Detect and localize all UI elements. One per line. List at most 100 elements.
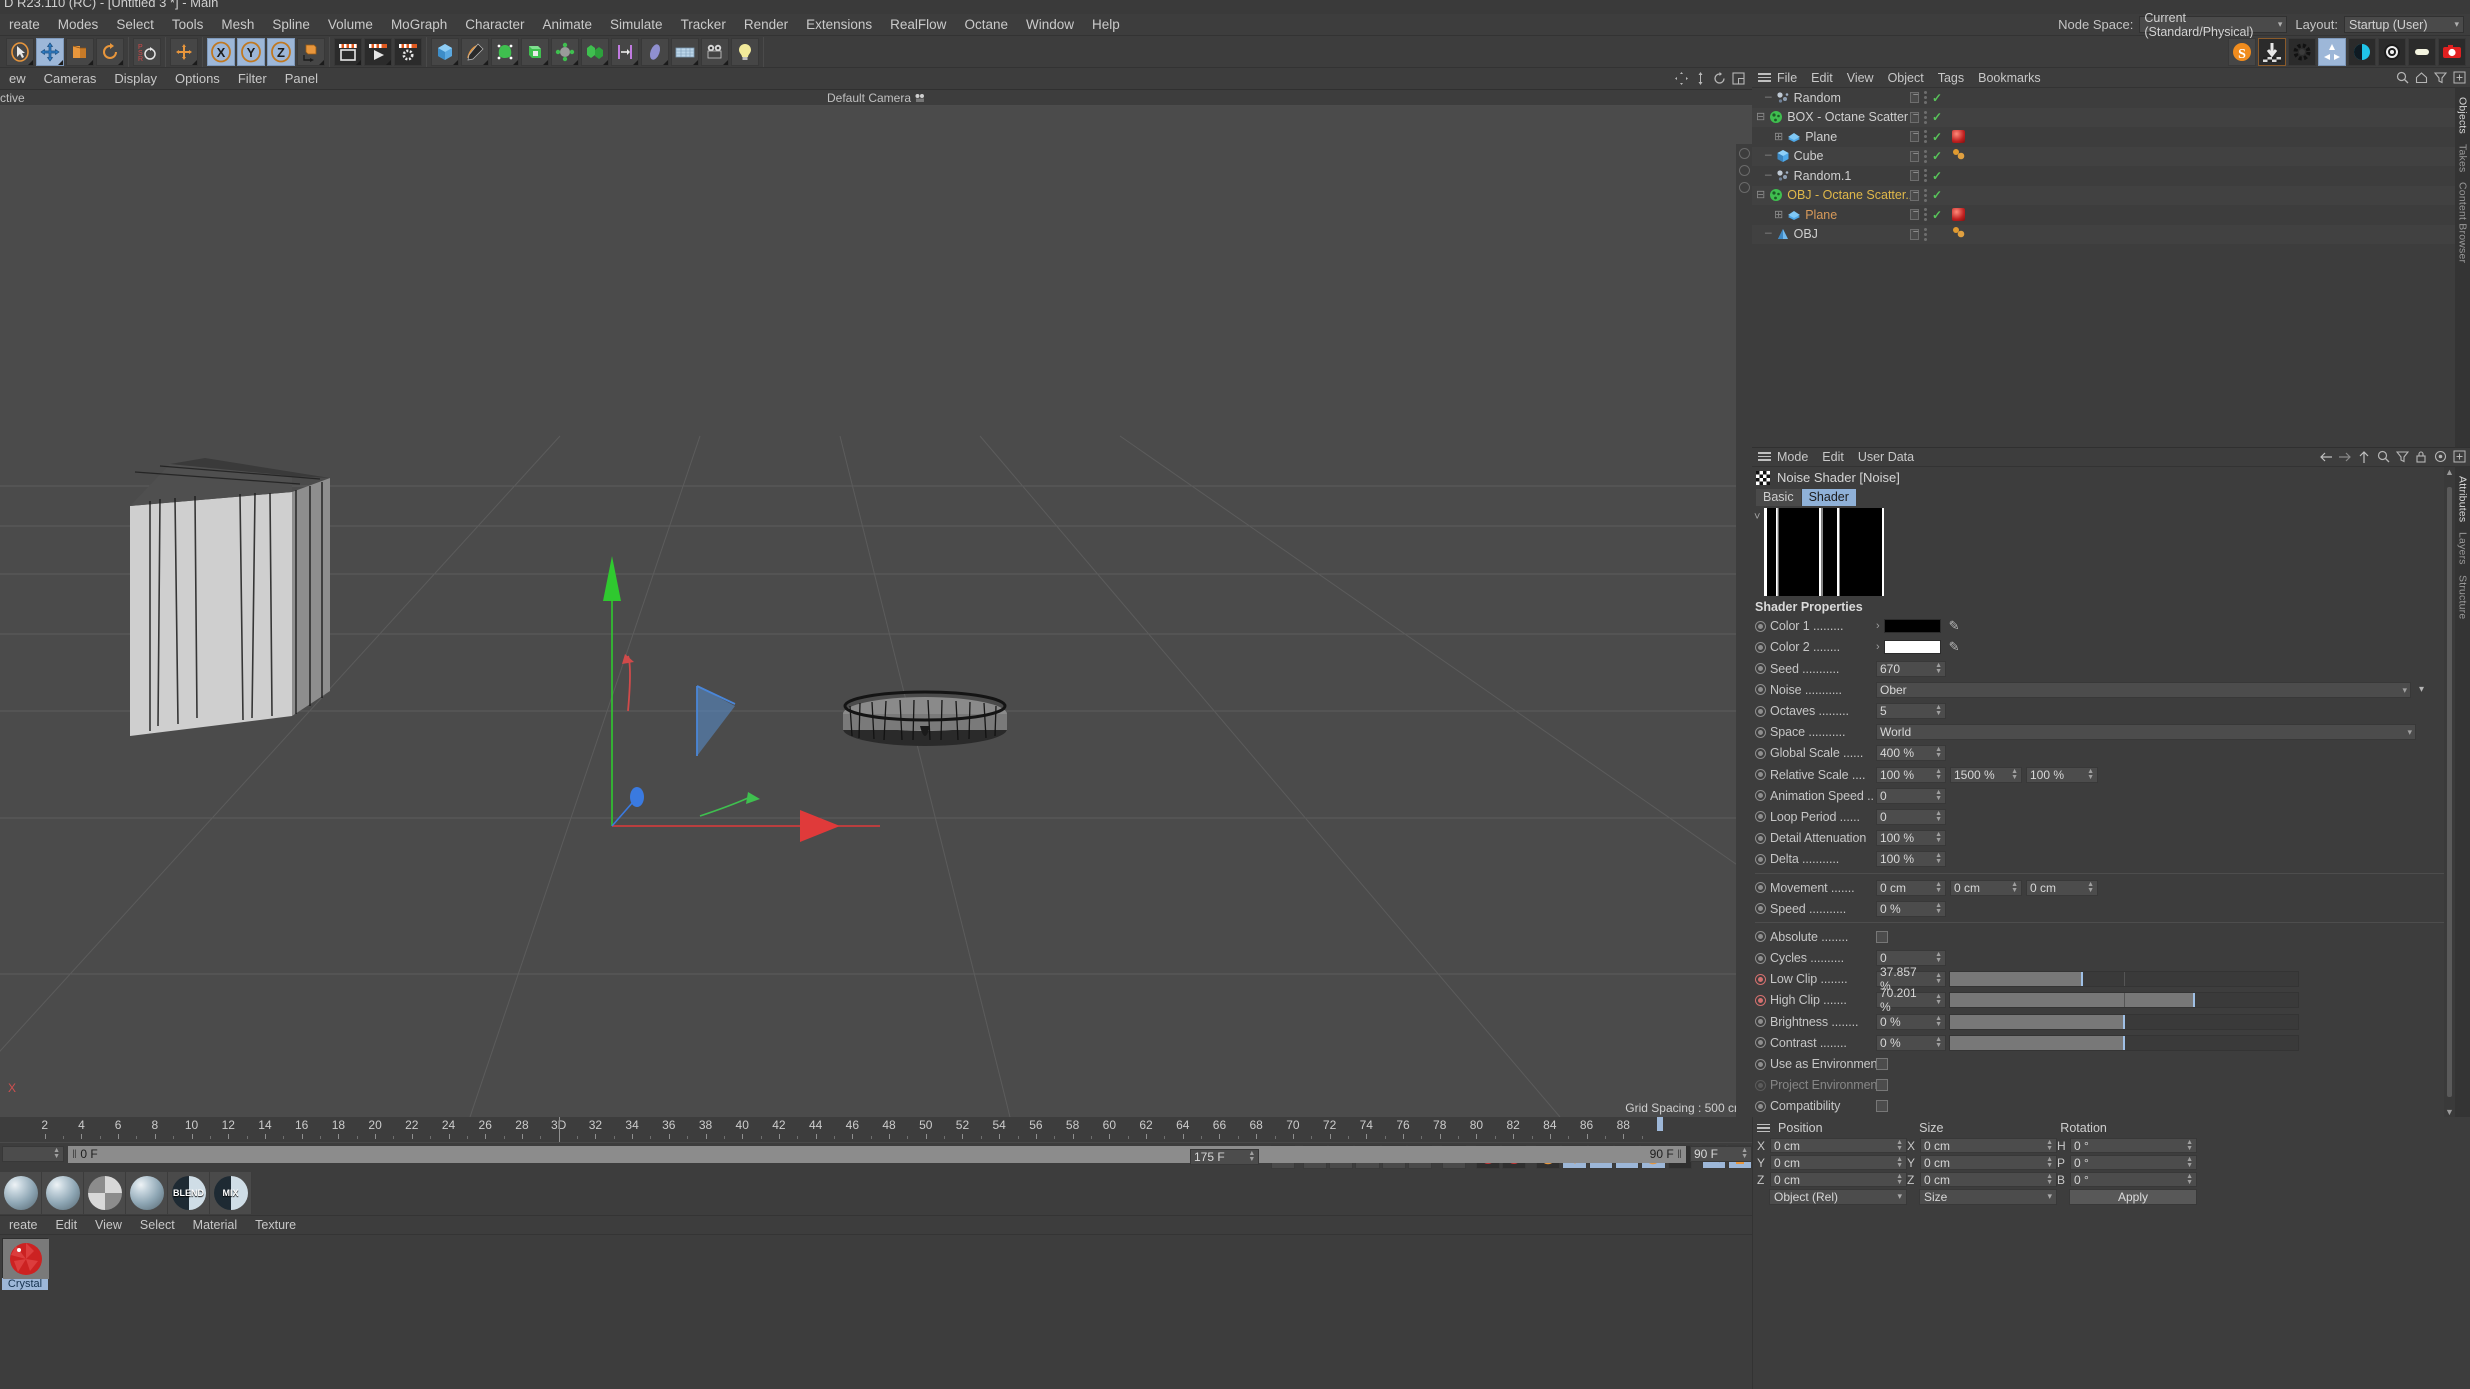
input-relative-scale-1[interactable]: 100 % ▲ ▼ [1876, 766, 1946, 783]
size-y-input[interactable]: 0 cm ▲ ▼ [1920, 1155, 2057, 1170]
timeline-current-marker[interactable] [1657, 1117, 1663, 1131]
object-manager-hamburger-icon[interactable] [1754, 73, 1771, 82]
input-brightness[interactable]: 0 % ▲ ▼ [1876, 1013, 1946, 1030]
spinner-icon[interactable]: ▲ ▼ [1929, 768, 1942, 781]
object-manager-tree[interactable]: ― Random ✓ ⊟ BOX - Octane Scatter ✓ ⊞ Plane ✓ ― Cu… [1752, 88, 2455, 447]
spinner-icon[interactable]: ▲ ▼ [1929, 746, 1942, 759]
spinner-icon[interactable]: ▲ ▼ [2005, 881, 2018, 894]
attrmgr-menu-user-data[interactable]: User Data [1851, 447, 1921, 467]
matmgr-menu-view[interactable]: View [86, 1215, 131, 1235]
tab-basic[interactable]: Basic [1756, 488, 1801, 506]
object-tags[interactable] [1952, 226, 1966, 242]
enabled-check-icon[interactable]: ✓ [1932, 208, 1942, 222]
eyedropper-icon[interactable]: ✎ [1949, 618, 1960, 634]
spinner-icon[interactable]: ▲ ▼ [1929, 951, 1942, 964]
input-delta[interactable]: 100 % ▲ ▼ [1876, 851, 1946, 868]
slider-low-clip[interactable] [1949, 971, 2299, 988]
material-manager-grid[interactable]: Crystal [0, 1235, 1752, 1293]
property-bullet-icon[interactable] [1755, 1016, 1766, 1028]
tab-shader[interactable]: Shader [1801, 488, 1856, 506]
render-settings-button[interactable] [394, 37, 422, 66]
property-bullet-icon[interactable] [1755, 1079, 1766, 1091]
spinner-icon[interactable]: ▲ ▼ [1929, 831, 1942, 844]
enabled-check-icon[interactable]: ✓ [1932, 91, 1942, 105]
objmgr-menu-view[interactable]: View [1840, 68, 1881, 88]
enabled-check-icon[interactable]: ✓ [1932, 169, 1942, 183]
position-z-input[interactable]: 0 cm ▲ ▼ [1770, 1172, 1907, 1187]
dropdown-space[interactable]: World ▾ [1876, 724, 2416, 741]
vtab-objects[interactable]: Objects [2457, 92, 2469, 139]
menu-item-render[interactable]: Render [735, 14, 797, 36]
filter-icon[interactable] [2395, 450, 2409, 464]
dropdown-noise[interactable]: Ober ▾ [1876, 681, 2411, 698]
objmgr-menu-tags[interactable]: Tags [1931, 68, 1971, 88]
phong-tag-icon[interactable] [1952, 226, 1966, 242]
object-tags[interactable] [1952, 148, 1966, 164]
enabled-check-icon[interactable]: ✓ [1932, 110, 1942, 124]
visibility-dots-icon[interactable] [1922, 188, 1929, 202]
spinner-icon[interactable]: ▲ ▼ [2186, 1139, 2193, 1152]
menu-item-create[interactable]: reate [0, 14, 49, 36]
viewport-menu-options[interactable]: Options [166, 68, 229, 90]
matmgr-menu-material[interactable]: Material [184, 1215, 246, 1235]
maximize-view-icon[interactable] [1730, 71, 1746, 87]
axis-y-toggle-button[interactable]: Y [237, 37, 265, 66]
material-tag-icon[interactable] [1952, 130, 1965, 144]
menu-item-tools[interactable]: Tools [163, 14, 213, 36]
object-row-plane[interactable]: ⊞ Plane ✓ [1752, 205, 2455, 225]
visibility-toggle[interactable] [1910, 228, 1919, 240]
spinner-icon[interactable]: ▲ ▼ [1929, 881, 1942, 894]
spinner-icon[interactable]: ▲ ▼ [1242, 1150, 1255, 1163]
object-row-obj[interactable]: ―OBJ✓ [1752, 224, 2455, 244]
matmgr-menu-texture[interactable]: Texture [246, 1215, 305, 1235]
viewport-knob-2[interactable] [1738, 165, 1750, 176]
octane-texture-environment-button[interactable] [2378, 37, 2406, 66]
slider-high-clip[interactable] [1949, 992, 2299, 1009]
scale-tool-button[interactable] [66, 37, 94, 66]
input-octaves[interactable]: 5 ▲ ▼ [1876, 703, 1946, 720]
render-to-picture-viewer-button[interactable] [364, 37, 392, 66]
vtab-structure[interactable]: Structure [2457, 570, 2469, 624]
layout-dropdown[interactable]: Startup (User) ▾ [2344, 16, 2464, 33]
object-row-random[interactable]: ― Random ✓ [1752, 88, 2455, 108]
menu-item-mesh[interactable]: Mesh [212, 14, 263, 36]
chevron-down-icon[interactable]: ▾ [2396, 685, 2407, 694]
viewport-menu-filter[interactable]: Filter [229, 68, 276, 90]
scroll-up-icon[interactable]: ▲ [2445, 467, 2454, 477]
spinner-icon[interactable]: ▲ ▼ [1929, 852, 1942, 865]
timeline-playhead[interactable] [558, 1117, 560, 1142]
input-low-clip[interactable]: 37.857 % ▲ ▼ [1876, 965, 1946, 993]
position-x-input[interactable]: 0 cm ▲ ▼ [1770, 1138, 1907, 1153]
objmgr-menu-file[interactable]: File [1770, 68, 1804, 88]
property-bullet-icon[interactable] [1755, 811, 1766, 823]
rotate-tool-button[interactable] [96, 37, 124, 66]
timeline-range-slider[interactable]: ‖ 0 F 90 F ‖ [68, 1145, 1686, 1163]
spinner-icon[interactable]: ▲ ▼ [1929, 810, 1942, 823]
render-view-button[interactable] [334, 37, 362, 66]
slider-brightness[interactable] [1949, 1013, 2299, 1030]
menu-item-volume[interactable]: Volume [319, 14, 382, 36]
visibility-toggle[interactable] [1910, 189, 1919, 201]
spinner-icon[interactable]: ▲ ▼ [2081, 881, 2094, 894]
input-speed[interactable]: 0 % ▲ ▼ [1876, 900, 1946, 917]
deformer-button[interactable] [551, 37, 579, 66]
rotation-h-input[interactable]: 0 ° ▲ ▼ [2070, 1138, 2197, 1153]
chevron-down-icon[interactable]: ▾ [2401, 728, 2412, 737]
chevron-down-icon[interactable]: ˅ [1754, 508, 1764, 523]
object-row-random-1[interactable]: ― Random.1 ✓ [1752, 166, 2455, 186]
expand-color-icon[interactable]: › [1876, 620, 1884, 632]
cube-primitive-button[interactable] [431, 37, 459, 66]
input-detail-attenuation[interactable]: 100 % ▲ ▼ [1876, 830, 1946, 847]
nurbs-generator-button[interactable] [491, 37, 519, 66]
field-object-button[interactable] [641, 37, 669, 66]
input-seed[interactable]: 670 ▲ ▼ [1876, 660, 1946, 677]
viewport-knob-3[interactable] [1738, 182, 1750, 193]
menu-item-animate[interactable]: Animate [534, 14, 602, 36]
rotation-b-input[interactable]: 0 ° ▲ ▼ [2070, 1172, 2197, 1187]
octane-logo-button[interactable]: S [2228, 37, 2256, 66]
object-tags[interactable] [1952, 208, 1965, 222]
input-relative-scale-2[interactable]: 1500 % ▲ ▼ [1950, 766, 2022, 783]
add-panel-icon[interactable] [2452, 450, 2466, 464]
menu-item-select[interactable]: Select [107, 14, 163, 36]
octane-settings-gear-button[interactable] [2288, 37, 2316, 66]
